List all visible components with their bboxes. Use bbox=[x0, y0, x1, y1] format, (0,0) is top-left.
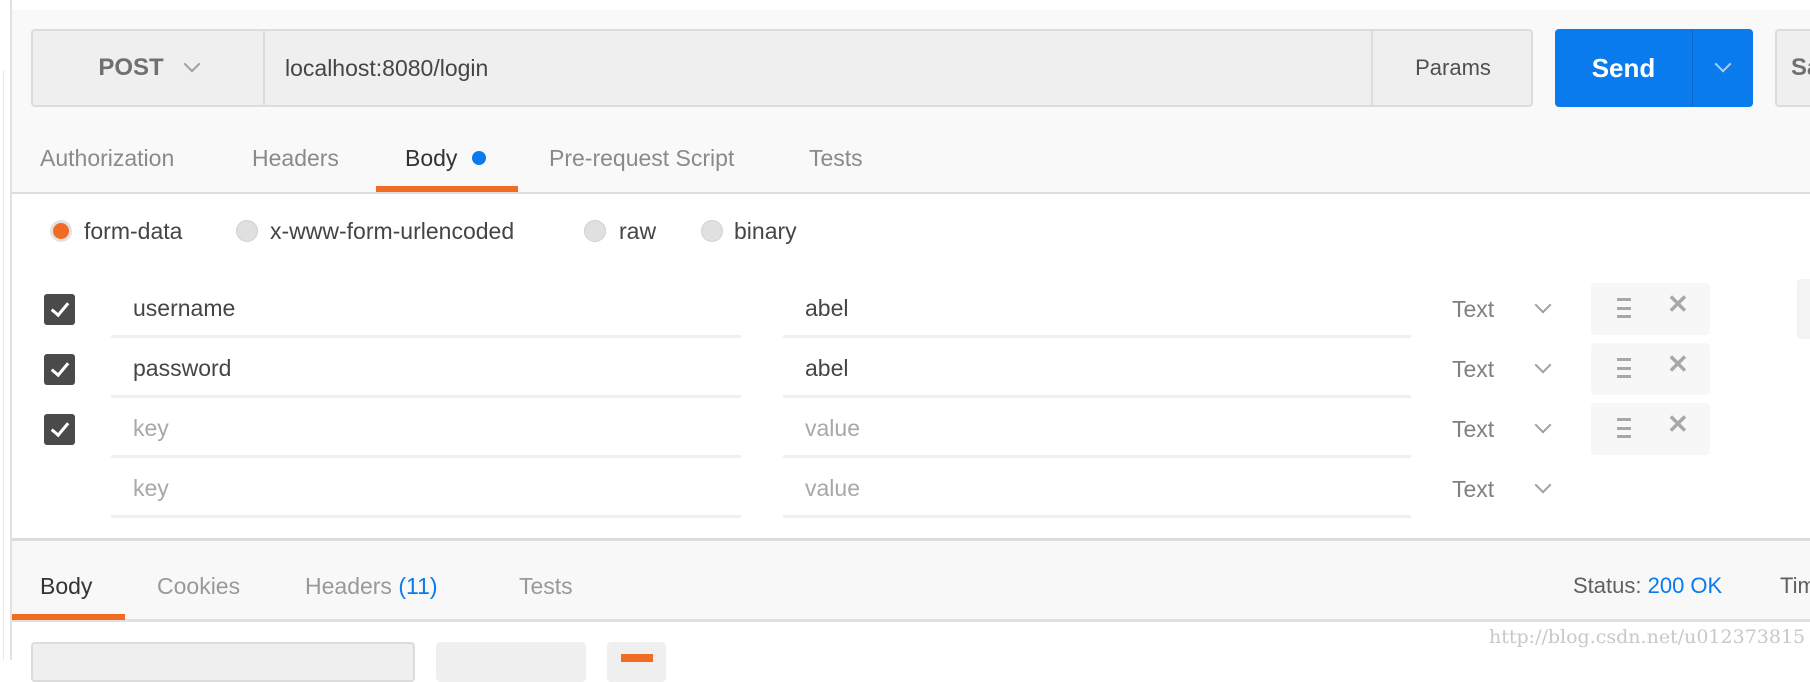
headers-count: (11) bbox=[398, 573, 438, 599]
active-tab-indicator bbox=[12, 614, 125, 620]
drag-handle-icon[interactable] bbox=[1617, 358, 1631, 378]
radio-label-x-www-form-urlencoded[interactable]: x-www-form-urlencoded bbox=[270, 214, 514, 248]
radio-label-binary[interactable]: binary bbox=[734, 214, 797, 248]
radio-x-www-form-urlencoded[interactable] bbox=[236, 220, 258, 242]
chevron-down-icon[interactable] bbox=[1534, 476, 1552, 494]
chevron-down-icon[interactable] bbox=[1534, 296, 1552, 314]
method-select[interactable]: POST bbox=[33, 31, 265, 105]
status-value: 200 OK bbox=[1647, 573, 1723, 598]
chevron-down-icon bbox=[183, 55, 201, 73]
type-select[interactable]: Text bbox=[1452, 416, 1494, 443]
response-tab-cookies[interactable]: Cookies bbox=[157, 568, 240, 604]
url-bar: POST localhost:8080/login Params bbox=[31, 29, 1533, 107]
status-label: Status: bbox=[1573, 573, 1642, 598]
radio-binary[interactable] bbox=[701, 220, 723, 242]
value-input[interactable]: abel bbox=[783, 340, 1411, 398]
watermark: http://blog.csdn.net/u012373815 bbox=[1489, 626, 1806, 648]
type-select[interactable]: Text bbox=[1452, 356, 1494, 383]
tab-headers[interactable]: Headers bbox=[252, 140, 339, 176]
row-actions: ✕ bbox=[1591, 283, 1710, 335]
response-format-selector[interactable] bbox=[436, 642, 586, 682]
delete-icon[interactable]: ✕ bbox=[1667, 289, 1689, 320]
radio-label-form-data[interactable]: form-data bbox=[84, 214, 182, 248]
row-actions: ✕ bbox=[1591, 403, 1710, 455]
value-input[interactable]: value bbox=[783, 460, 1411, 518]
value-input[interactable]: abel bbox=[783, 280, 1411, 338]
value-input[interactable]: value bbox=[783, 400, 1411, 458]
drag-handle-icon[interactable] bbox=[1617, 418, 1631, 438]
headers-tab-label: Headers bbox=[305, 573, 392, 599]
row-checkbox[interactable] bbox=[44, 414, 75, 445]
wrap-button[interactable] bbox=[607, 642, 666, 682]
tab-body[interactable]: Body bbox=[405, 140, 457, 176]
row-actions: ✕ bbox=[1591, 343, 1710, 395]
top-strip bbox=[0, 0, 1810, 10]
row-checkbox[interactable] bbox=[44, 354, 75, 385]
response-tab-tests[interactable]: Tests bbox=[519, 568, 573, 604]
send-dropdown-button[interactable] bbox=[1692, 29, 1753, 107]
radio-label-raw[interactable]: raw bbox=[619, 214, 656, 248]
method-label: POST bbox=[98, 54, 164, 81]
response-time-label: Tim bbox=[1780, 573, 1810, 598]
key-input[interactable]: key bbox=[111, 400, 741, 458]
side-panel-edge bbox=[1797, 279, 1810, 339]
chevron-down-icon bbox=[1714, 55, 1732, 73]
type-select[interactable]: Text bbox=[1452, 476, 1494, 503]
chevron-down-icon[interactable] bbox=[1534, 356, 1552, 374]
url-input[interactable]: localhost:8080/login bbox=[285, 31, 488, 105]
body-modified-dot-icon bbox=[472, 151, 486, 165]
response-header-area bbox=[12, 538, 1810, 622]
response-tab-body[interactable]: Body bbox=[40, 568, 92, 604]
type-select[interactable]: Text bbox=[1452, 296, 1494, 323]
tab-tests[interactable]: Tests bbox=[809, 140, 863, 176]
send-button-group: Send bbox=[1555, 29, 1753, 107]
chevron-down-icon[interactable] bbox=[1534, 416, 1552, 434]
response-view-selector[interactable] bbox=[31, 642, 415, 682]
save-button[interactable]: Sa bbox=[1775, 29, 1810, 107]
response-status: Status: 200 OK bbox=[1573, 568, 1722, 604]
params-button[interactable]: Params bbox=[1371, 31, 1533, 105]
active-tab-indicator bbox=[376, 186, 518, 192]
tab-authorization[interactable]: Authorization bbox=[40, 140, 174, 176]
drag-handle-icon[interactable] bbox=[1617, 298, 1631, 318]
delete-icon[interactable]: ✕ bbox=[1667, 409, 1689, 440]
tab-pre-request-script[interactable]: Pre-request Script bbox=[549, 140, 734, 176]
key-input[interactable]: key bbox=[111, 460, 741, 518]
response-tab-headers[interactable]: Headers (11) bbox=[305, 568, 438, 604]
wrap-icon bbox=[621, 654, 653, 662]
sidebar-edge bbox=[0, 0, 12, 660]
radio-form-data[interactable] bbox=[50, 220, 72, 242]
radio-raw[interactable] bbox=[584, 220, 606, 242]
key-input[interactable]: username bbox=[111, 280, 741, 338]
delete-icon[interactable]: ✕ bbox=[1667, 349, 1689, 380]
send-button[interactable]: Send bbox=[1555, 29, 1692, 107]
key-input[interactable]: password bbox=[111, 340, 741, 398]
row-checkbox[interactable] bbox=[44, 294, 75, 325]
